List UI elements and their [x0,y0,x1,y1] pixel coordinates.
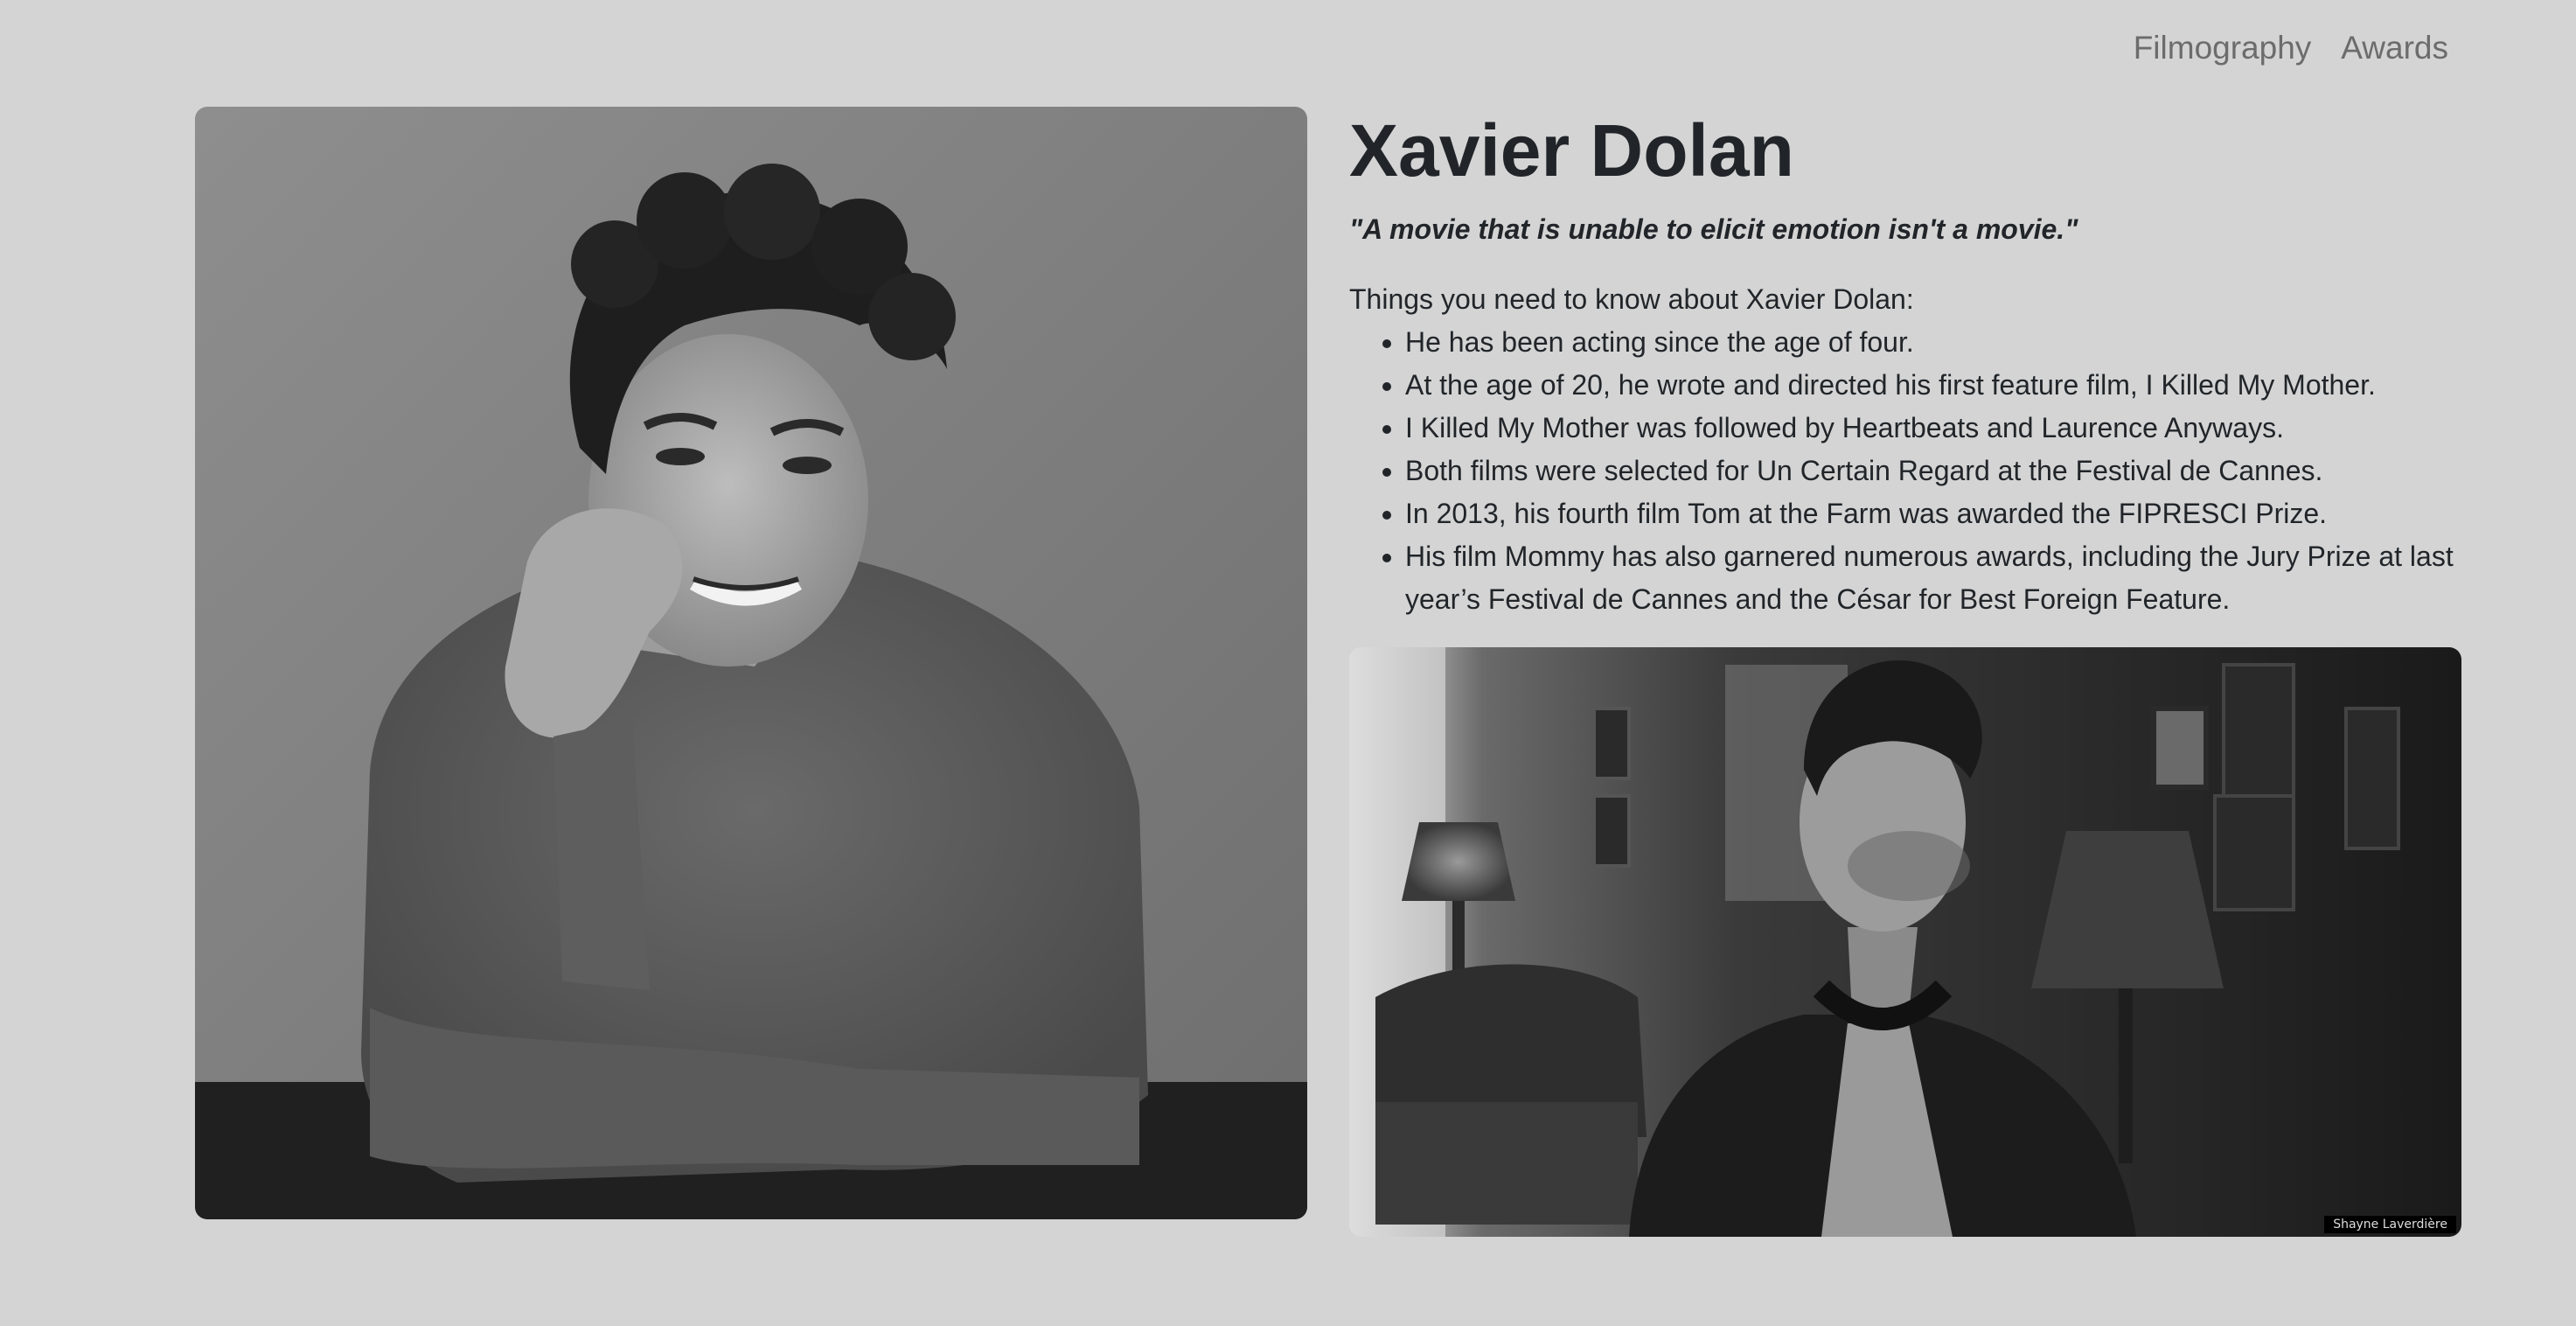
portrait-photo-image [195,107,1307,1219]
photo-credit: Shayne Laverdière [2324,1216,2456,1233]
list-item: At the age of 20, he wrote and directed … [1405,364,2461,407]
quote: "A movie that is unable to elicit emotio… [1349,213,2078,245]
list-item: I Killed My Mother was followed by Heart… [1405,407,2461,450]
film-still-photo: Shayne Laverdière [1349,647,2461,1237]
portrait-photo [195,107,1307,1219]
facts-list: He has been acting since the age of four… [1349,321,2461,621]
list-item: His film Mommy has also garnered numerou… [1405,535,2461,621]
top-nav: Filmography Awards [2134,30,2448,66]
nav-link-awards[interactable]: Awards [2341,30,2448,66]
nav-link-filmography[interactable]: Filmography [2134,30,2312,66]
list-item: In 2013, his fourth film Tom at the Farm… [1405,492,2461,535]
page-title: Xavier Dolan [1349,109,1794,192]
facts-intro: Things you need to know about Xavier Dol… [1349,283,1914,315]
list-item: He has been acting since the age of four… [1405,321,2461,364]
bio-section: Xavier Dolan "A movie that is unable to … [1349,107,2461,621]
list-item: Both films were selected for Un Certain … [1405,450,2461,492]
film-still-image [1349,647,2461,1237]
